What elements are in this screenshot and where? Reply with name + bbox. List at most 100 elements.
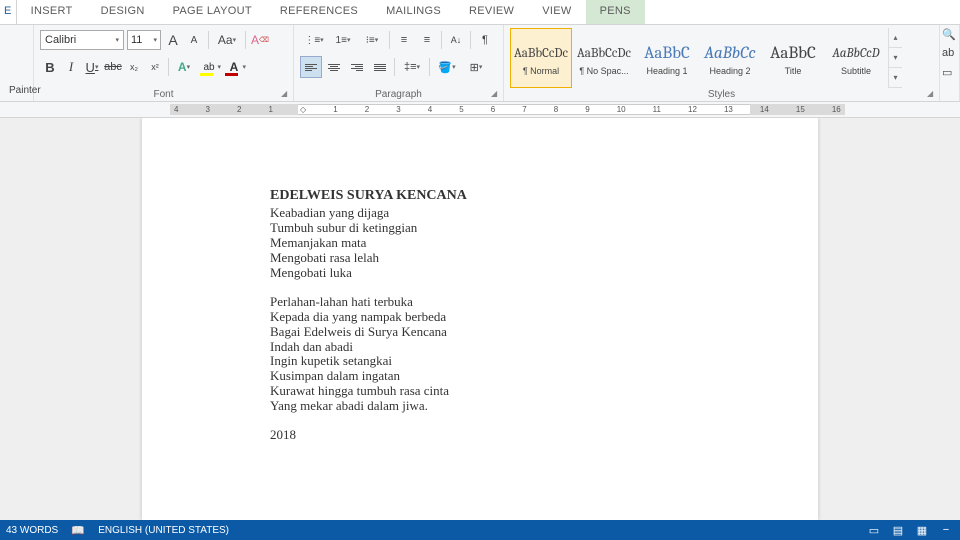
select-icon[interactable]: ▭ <box>942 66 958 82</box>
scroll-down-icon[interactable]: ▾ <box>889 48 902 68</box>
subscript-button[interactable]: x <box>124 56 144 78</box>
separator <box>245 31 246 49</box>
paragraph-group-label: Paragraph <box>294 89 503 100</box>
doc-line: Mengobati luka <box>270 266 690 281</box>
indent-marker-icon[interactable]: ◇ <box>300 105 306 114</box>
highlight-button[interactable]: ab▾ <box>197 56 221 78</box>
line-spacing-button[interactable]: ‡≡▾ <box>398 56 426 78</box>
font-color-button[interactable]: A▾ <box>222 56 246 78</box>
doc-line: Keabadian yang dijaga <box>270 206 690 221</box>
style-preview: AaBbC <box>644 40 690 66</box>
font-size-select[interactable]: 11 ▾ <box>127 30 161 50</box>
doc-line: Kepada dia yang nampak berbeda <box>270 310 690 325</box>
style-heading1[interactable]: AaBbC Heading 1 <box>636 28 698 88</box>
styles-dialog-launcher[interactable]: ◢ <box>927 89 937 99</box>
style-label: Title <box>785 66 802 76</box>
style-preview: AaBbCcDc <box>577 40 631 66</box>
style-preview: AaBbCcDc <box>514 40 568 66</box>
italic-button[interactable]: I <box>61 56 81 78</box>
format-painter[interactable]: Painter <box>6 85 27 100</box>
separator <box>470 31 471 49</box>
separator <box>208 31 209 49</box>
text-effects-button[interactable]: A▾ <box>172 56 196 78</box>
show-marks-button[interactable]: ¶ <box>474 29 496 51</box>
doc-line: Memanjakan mata <box>270 236 690 251</box>
tab-view[interactable]: VIEW <box>528 0 585 24</box>
find-icon[interactable]: 🔍 <box>942 28 958 44</box>
style-preview: AaBbC <box>770 40 816 66</box>
style-label: Heading 2 <box>709 66 750 76</box>
tab-design[interactable]: DESIGN <box>87 0 159 24</box>
tab-file-partial[interactable]: E <box>0 0 17 24</box>
font-family-value: Calibri <box>45 34 76 46</box>
grow-font-button[interactable]: A <box>164 30 182 50</box>
style-label: ¶ Normal <box>523 66 559 76</box>
document-title: EDELWEIS SURYA KENCANA <box>270 188 690 204</box>
shading-button[interactable]: 🪣▾ <box>433 56 461 78</box>
font-dialog-launcher[interactable]: ◢ <box>281 89 291 99</box>
tab-insert[interactable]: INSERT <box>17 0 87 24</box>
style-title[interactable]: AaBbC Title <box>762 28 824 88</box>
scroll-up-icon[interactable]: ▴ <box>889 28 902 48</box>
align-justify-button[interactable] <box>369 56 391 78</box>
font-family-select[interactable]: Calibri ▾ <box>40 30 124 50</box>
separator <box>441 31 442 49</box>
numbering-button[interactable]: 1≡▾ <box>329 29 357 51</box>
bold-button[interactable]: B <box>40 56 60 78</box>
doc-line: Ingin kupetik setangkai <box>270 354 690 369</box>
style-no-spacing[interactable]: AaBbCcDc ¶ No Spac... <box>573 28 635 88</box>
styles-scroll[interactable]: ▴ ▾ ▾ <box>888 28 902 88</box>
doc-line: Indah dan abadi <box>270 340 690 355</box>
increase-indent-button[interactable]: ≡ <box>416 29 438 51</box>
zoom-out-icon[interactable]: − <box>938 523 954 537</box>
ribbon: Painter Calibri ▾ 11 ▾ A A Aa▾ A⌫ <box>0 25 960 102</box>
word-count[interactable]: 43 WORDS <box>6 525 58 536</box>
styles-expand-icon[interactable]: ▾ <box>889 68 902 88</box>
print-layout-icon[interactable]: ▤ <box>890 523 906 537</box>
tab-page-layout[interactable]: PAGE LAYOUT <box>159 0 266 24</box>
style-label: Subtitle <box>841 66 871 76</box>
font-group: Calibri ▾ 11 ▾ A A Aa▾ A⌫ B I U▾ abc x <box>34 25 294 101</box>
strikethrough-button[interactable]: abc <box>103 56 123 78</box>
tab-review[interactable]: REVIEW <box>455 0 528 24</box>
horizontal-ruler[interactable]: 4 3 2 1 ◇ 1 2 3 4 5 6 7 8 9 10 11 12 13 … <box>0 102 960 118</box>
document-area: EDELWEIS SURYA KENCANA Keabadian yang di… <box>0 118 960 520</box>
doc-line: Perlahan-lahan hati terbuka <box>270 295 690 310</box>
replace-icon[interactable]: ab <box>942 47 958 63</box>
language-status[interactable]: ENGLISH (UNITED STATES) <box>98 525 229 536</box>
styles-group: AaBbCcDc ¶ Normal AaBbCcDc ¶ No Spac... … <box>504 25 940 101</box>
paragraph-dialog-launcher[interactable]: ◢ <box>491 89 501 99</box>
chevron-down-icon: ▾ <box>115 36 119 44</box>
doc-line: Tumbuh subur di ketinggian <box>270 221 690 236</box>
align-left-button[interactable] <box>300 56 322 78</box>
read-mode-icon[interactable]: ▭ <box>866 523 882 537</box>
web-layout-icon[interactable]: ▦ <box>914 523 930 537</box>
style-preview: AaBbCc <box>704 40 755 66</box>
bullets-button[interactable]: ⋮≡▾ <box>300 29 328 51</box>
shrink-font-button[interactable]: A <box>185 30 203 50</box>
align-center-button[interactable] <box>323 56 345 78</box>
align-right-button[interactable] <box>346 56 368 78</box>
change-case-button[interactable]: Aa▾ <box>214 30 240 50</box>
multilevel-button[interactable]: ⁝≡▾ <box>358 29 386 51</box>
clear-formatting-button[interactable]: A⌫ <box>251 30 269 50</box>
spellcheck-icon[interactable]: 📖 <box>70 523 86 537</box>
style-normal[interactable]: AaBbCcDc ¶ Normal <box>510 28 572 88</box>
separator <box>394 58 395 76</box>
superscript-button[interactable]: x <box>145 56 165 78</box>
page[interactable]: EDELWEIS SURYA KENCANA Keabadian yang di… <box>142 118 818 520</box>
font-group-label: Font <box>34 89 293 100</box>
underline-button[interactable]: U▾ <box>82 56 102 78</box>
font-size-value: 11 <box>131 34 142 46</box>
ribbon-tabs: E INSERT DESIGN PAGE LAYOUT REFERENCES M… <box>0 0 960 25</box>
style-heading2[interactable]: AaBbCc Heading 2 <box>699 28 761 88</box>
sort-button[interactable]: A↓ <box>445 29 467 51</box>
doc-line: Mengobati rasa lelah <box>270 251 690 266</box>
tab-mailings[interactable]: MAILINGS <box>372 0 455 24</box>
style-subtitle[interactable]: AaBbCcD Subtitle <box>825 28 887 88</box>
tab-references[interactable]: REFERENCES <box>266 0 372 24</box>
borders-button[interactable]: ⊞▾ <box>462 56 490 78</box>
doc-line: Bagai Edelweis di Surya Kencana <box>270 325 690 340</box>
tab-pens[interactable]: PENS <box>586 0 645 24</box>
decrease-indent-button[interactable]: ≡ <box>393 29 415 51</box>
